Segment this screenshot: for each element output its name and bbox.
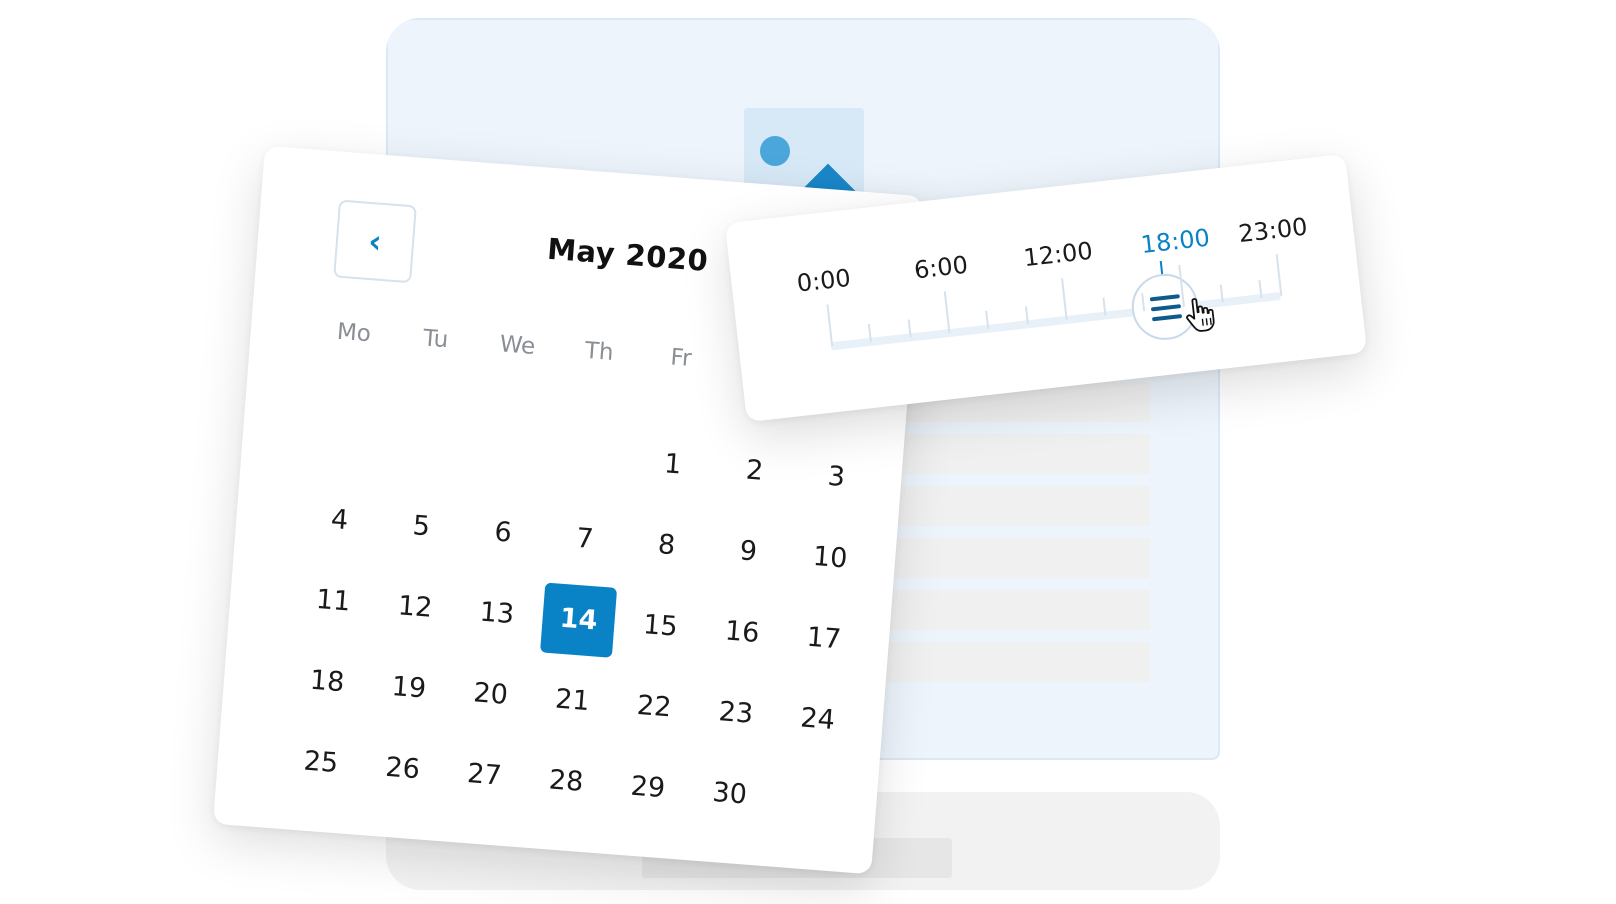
day-number: 14 (540, 581, 618, 658)
day-number: 10 (811, 540, 849, 575)
day-cell[interactable]: 29 (604, 744, 692, 831)
time-label: 12:00 (1022, 236, 1095, 273)
day-cell[interactable]: 27 (440, 731, 528, 818)
empty-day-cell (384, 402, 472, 489)
day-cell[interactable]: 6 (459, 489, 547, 576)
day-number: 1 (663, 448, 683, 481)
day-number: 17 (805, 621, 843, 656)
day-number: 6 (493, 516, 513, 549)
drag-handle-bar (1149, 294, 1180, 302)
drag-handle-icon (1131, 273, 1193, 322)
day-grid: 1 2 3 4 5 6 7 8 9 10 11 12 13 14 15 16 17 18 19 20 21 22 23 24 2… (277, 396, 880, 844)
day-number: 28 (547, 764, 585, 798)
weekday-label: Th (583, 337, 615, 366)
weekday-label: Fr (669, 344, 693, 372)
day-cell[interactable]: 10 (786, 514, 874, 601)
day-number: 24 (799, 702, 836, 737)
weekday-label: Tu (422, 325, 450, 354)
time-label: 23:00 (1237, 212, 1309, 249)
drag-handle-bar (1151, 314, 1183, 322)
major-tick (943, 291, 951, 334)
day-number: 23 (717, 696, 755, 730)
background-text-line (870, 434, 1150, 474)
month-year-title: May 2020 (546, 231, 710, 278)
day-number: 21 (554, 683, 591, 718)
day-cell[interactable]: 20 (447, 651, 535, 738)
selected-day[interactable]: 14 (535, 576, 623, 663)
day-cell[interactable]: 25 (277, 719, 365, 806)
background-text-line (870, 486, 1150, 526)
day-number: 4 (329, 503, 350, 537)
major-tick (826, 304, 834, 347)
day-number: 30 (711, 776, 749, 811)
day-cell[interactable]: 7 (541, 495, 629, 582)
day-cell[interactable]: 1 (629, 421, 717, 508)
day-number: 18 (308, 664, 346, 699)
empty-day-cell (302, 396, 390, 483)
weekday-label: Mo (336, 318, 372, 348)
day-number: 15 (642, 609, 679, 643)
day-cell[interactable]: 16 (698, 589, 786, 676)
empty-day-cell (767, 757, 855, 844)
day-cell[interactable]: 13 (453, 570, 541, 657)
day-number: 12 (396, 590, 434, 624)
background-text-lines (870, 382, 1150, 694)
empty-day-cell (465, 408, 553, 495)
day-number: 13 (478, 596, 516, 631)
day-cell[interactable]: 23 (692, 669, 780, 756)
day-number: 20 (472, 677, 509, 711)
day-number: 29 (629, 770, 667, 805)
day-number: 19 (390, 671, 428, 705)
major-tick (1275, 253, 1283, 296)
active-time-label: 18:00 (1139, 223, 1212, 260)
day-number: 9 (738, 535, 759, 568)
day-cell[interactable]: 2 (711, 427, 799, 514)
day-cell[interactable]: 5 (377, 483, 465, 570)
day-number: 2 (744, 454, 765, 487)
background-text-line (870, 538, 1150, 578)
day-cell[interactable]: 12 (371, 564, 459, 651)
day-cell[interactable]: 28 (522, 738, 610, 825)
day-cell[interactable]: 3 (792, 433, 880, 520)
day-cell[interactable]: 17 (780, 595, 868, 682)
day-number: 8 (656, 529, 677, 562)
day-number: 3 (826, 460, 847, 494)
day-cell[interactable]: 11 (289, 557, 377, 644)
empty-day-cell (547, 415, 635, 502)
day-number: 11 (315, 583, 352, 618)
day-cell[interactable]: 30 (686, 750, 774, 837)
day-cell[interactable]: 8 (623, 502, 711, 589)
hand-pointer-icon (1186, 298, 1215, 332)
time-label: 0:00 (795, 263, 853, 298)
day-number: 22 (635, 689, 673, 724)
day-number: 26 (384, 751, 421, 786)
day-cell[interactable]: 9 (704, 508, 792, 595)
day-number: 27 (466, 758, 503, 792)
day-cell[interactable]: 22 (610, 663, 698, 750)
day-number: 7 (575, 522, 595, 555)
day-cell[interactable]: 15 (616, 582, 704, 669)
day-cell[interactable]: 21 (528, 657, 616, 744)
day-cell[interactable]: 24 (774, 676, 862, 763)
background-text-line (870, 642, 1150, 682)
day-number: 25 (302, 745, 340, 780)
previous-month-button[interactable]: ‹ (333, 199, 417, 284)
time-label: 6:00 (912, 250, 970, 285)
weekday-label: We (498, 331, 537, 360)
background-text-line (870, 590, 1150, 630)
image-placeholder-sun (760, 136, 790, 166)
day-number: 16 (723, 615, 761, 649)
drag-handle-bar (1150, 304, 1182, 312)
day-cell[interactable]: 18 (283, 638, 371, 725)
day-cell[interactable]: 19 (365, 644, 453, 731)
day-cell[interactable]: 4 (296, 476, 384, 563)
day-cell[interactable]: 26 (359, 725, 447, 812)
chevron-left-icon: ‹ (367, 221, 384, 261)
major-tick (1060, 278, 1068, 321)
day-number: 5 (411, 510, 432, 543)
